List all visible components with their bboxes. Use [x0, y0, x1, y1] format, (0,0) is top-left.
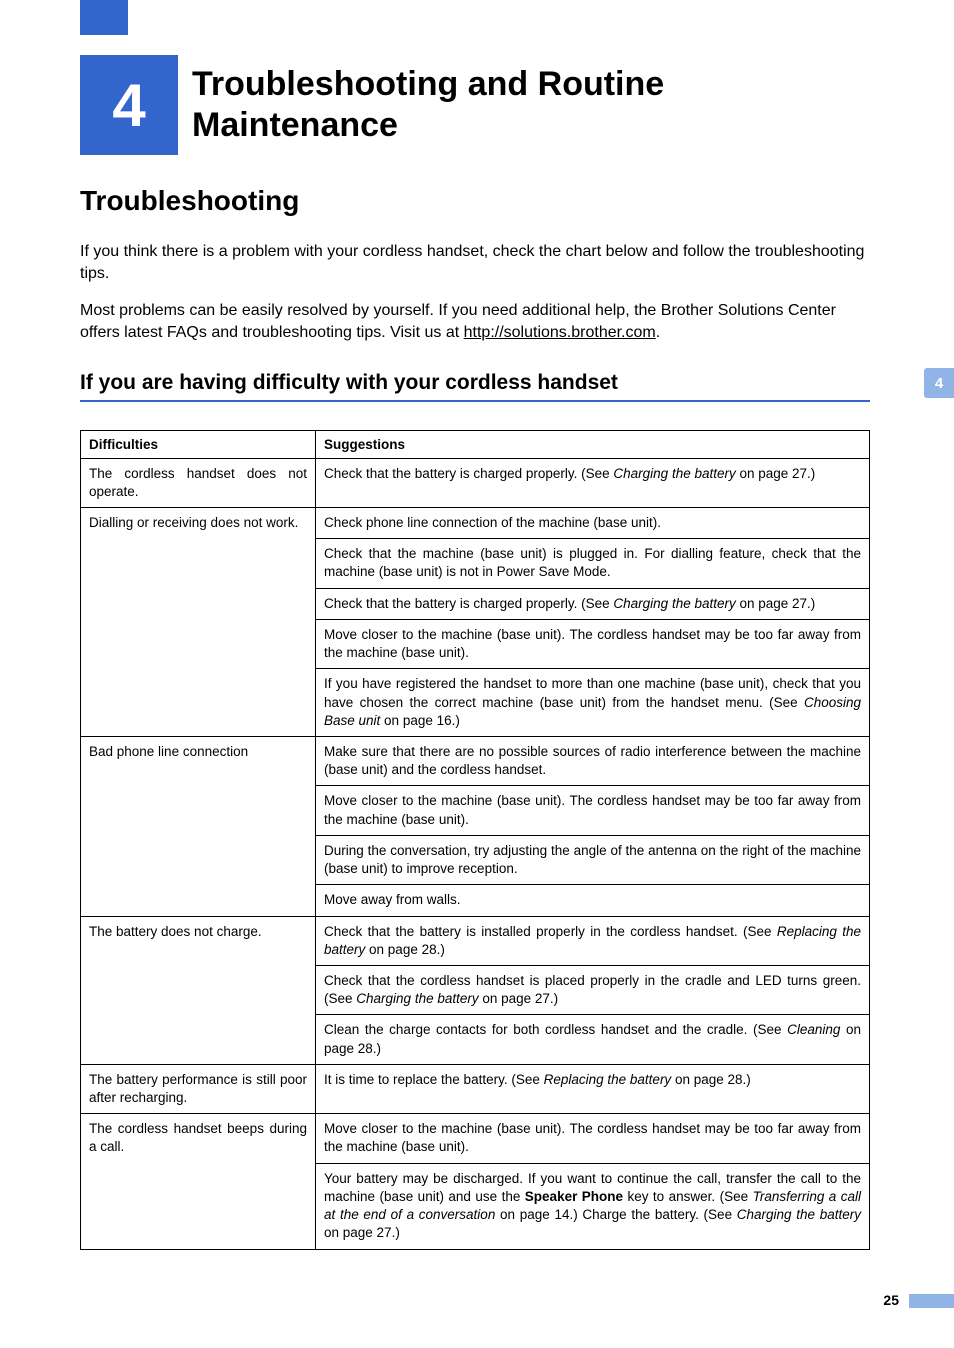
table-row: The cordless handset does not operate.Ch… [81, 458, 870, 507]
intro-paragraph-1: If you think there is a problem with you… [80, 241, 870, 286]
table-row: The battery does not charge.Check that t… [81, 916, 870, 965]
difficulty-cell: Bad phone line connection [81, 736, 316, 916]
difficulty-cell: The cordless handset does not operate. [81, 458, 316, 507]
difficulty-cell: The battery does not charge. [81, 916, 316, 1064]
chapter-title: Troubleshooting and Routine Maintenance [178, 55, 664, 155]
table-header-difficulties: Difficulties [81, 430, 316, 458]
suggestion-cell: Move closer to the machine (base unit). … [316, 619, 870, 668]
suggestion-cell: Check that the battery is charged proper… [316, 588, 870, 619]
chapter-title-line2: Maintenance [192, 105, 664, 146]
section-title: Troubleshooting [80, 185, 870, 217]
suggestion-cell: Move closer to the machine (base unit). … [316, 1114, 870, 1163]
table-row: Bad phone line connectionMake sure that … [81, 736, 870, 785]
table-row: The cordless handset beeps during a call… [81, 1114, 870, 1163]
difficulty-cell: The battery performance is still poor af… [81, 1064, 316, 1113]
table-row: Dialling or receiving does not work.Chec… [81, 508, 870, 539]
table-header-suggestions: Suggestions [316, 430, 870, 458]
suggestion-cell: Check phone line connection of the machi… [316, 508, 870, 539]
suggestion-cell: It is time to replace the battery. (See … [316, 1064, 870, 1113]
page-number-bar [909, 1294, 954, 1308]
intro-paragraph-2: Most problems can be easily resolved by … [80, 300, 870, 345]
suggestion-cell: Clean the charge contacts for both cordl… [316, 1015, 870, 1064]
suggestion-cell: Check that the battery is charged proper… [316, 458, 870, 507]
intro2-text: Most problems can be easily resolved by … [80, 302, 836, 341]
suggestion-cell: During the conversation, try adjusting t… [316, 835, 870, 884]
page-number: 25 [883, 1292, 899, 1308]
suggestion-cell: If you have registered the handset to mo… [316, 669, 870, 737]
chapter-header: 4 Troubleshooting and Routine Maintenanc… [80, 55, 664, 155]
header-stripe [80, 0, 128, 35]
subsection-title: If you are having difficulty with your c… [80, 371, 870, 402]
page-content: Troubleshooting If you think there is a … [80, 185, 870, 1250]
suggestion-cell: Your battery may be discharged. If you w… [316, 1163, 870, 1249]
table-row: The battery performance is still poor af… [81, 1064, 870, 1113]
suggestion-cell: Move closer to the machine (base unit). … [316, 786, 870, 835]
difficulty-cell: The cordless handset beeps during a call… [81, 1114, 316, 1249]
suggestion-cell: Check that the battery is installed prop… [316, 916, 870, 965]
chapter-title-line1: Troubleshooting and Routine [192, 64, 664, 105]
troubleshooting-table: Difficulties Suggestions The cordless ha… [80, 430, 870, 1250]
chapter-number-box: 4 [80, 55, 178, 155]
suggestion-cell: Make sure that there are no possible sou… [316, 736, 870, 785]
difficulty-cell: Dialling or receiving does not work. [81, 508, 316, 737]
suggestion-cell: Check that the machine (base unit) is pl… [316, 539, 870, 588]
suggestion-cell: Move away from walls. [316, 885, 870, 916]
chapter-side-tab: 4 [924, 368, 954, 398]
solutions-link[interactable]: http://solutions.brother.com [464, 324, 656, 341]
intro2-tail: . [656, 324, 660, 341]
suggestion-cell: Check that the cordless handset is place… [316, 965, 870, 1014]
